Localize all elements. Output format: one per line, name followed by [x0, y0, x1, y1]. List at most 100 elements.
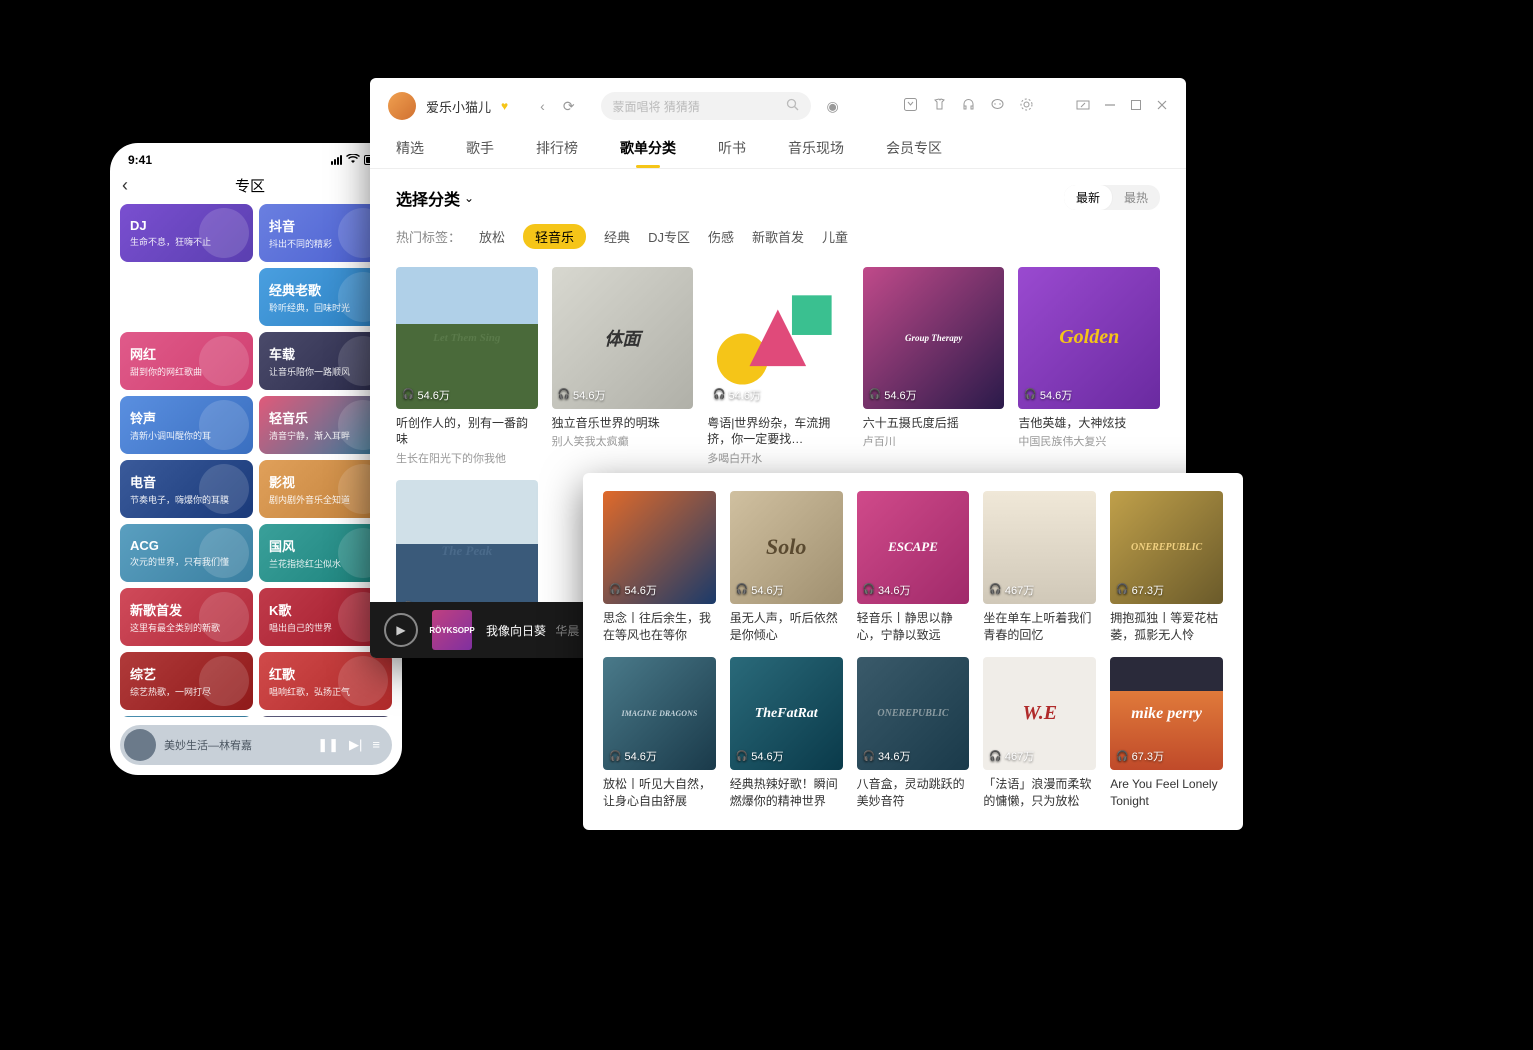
nav-back-icon[interactable]: ‹ — [536, 98, 549, 114]
play-count: 467万 — [989, 582, 1034, 598]
now-playing-artist: 华晨 — [555, 624, 579, 638]
playlist-card[interactable]: ONEREPUBLIC34.6万八音盒，灵动跳跃的美妙音符 — [857, 657, 970, 809]
tab-4[interactable]: 听书 — [718, 138, 746, 168]
phone-mini-player[interactable]: 美妙生活—林宥嘉 ❚❚ ▶| ≡ — [120, 725, 392, 765]
playlist-card[interactable]: IMAGINE DRAGONS54.6万放松丨听见大自然，让身心自由舒展 — [603, 657, 716, 809]
playlist-subtitle: 卢百川 — [863, 433, 1005, 449]
tab-0[interactable]: 精选 — [396, 138, 424, 168]
phone-title: 专区 — [128, 175, 372, 196]
play-count: 34.6万 — [863, 748, 911, 764]
category-card[interactable]: 铃声清新小调叫醒你的耳 — [120, 396, 253, 454]
search-placeholder: 蒙面唱将 猜猜猜 — [613, 98, 700, 115]
playlist-card[interactable]: Golden54.6万吉他英雄，大神炫技中国民族伟大复兴 — [1018, 267, 1160, 466]
playlist-cover: Group Therapy54.6万 — [863, 267, 1005, 409]
playlist-subtitle: 生长在阳光下的你我他 — [396, 450, 538, 466]
category-selector-label[interactable]: 选择分类 — [396, 186, 460, 210]
pause-icon[interactable]: ❚❚ — [317, 737, 339, 753]
sort-option[interactable]: 最新 — [1064, 185, 1112, 210]
playlist-title: 听创作人的，别有一番韵味 — [396, 415, 538, 449]
play-count: 54.6万 — [736, 748, 784, 764]
skin-icon[interactable] — [932, 97, 947, 115]
playlist-title: 粤语|世界纷杂，车流拥挤，你一定要找… — [707, 415, 849, 449]
playlist-card[interactable]: ONEREPUBLIC67.3万拥抱孤独丨等爱花枯萎，孤影无人怜 — [1110, 491, 1223, 643]
tab-5[interactable]: 音乐现场 — [788, 138, 844, 168]
next-icon[interactable]: ▶| — [349, 737, 362, 753]
playlist-cover: IMAGINE DRAGONS54.6万 — [603, 657, 716, 770]
tab-6[interactable]: 会员专区 — [886, 138, 942, 168]
floating-grid: 54.6万思念丨往后余生，我在等风也在等你Solo54.6万虽无人声，听后依然是… — [603, 491, 1223, 810]
category-card[interactable]: 网红甜到你的网红歌曲 — [120, 332, 253, 390]
playlist-card[interactable]: 467万坐在单车上听着我们青春的回忆 — [983, 491, 1096, 643]
tag[interactable]: 轻音乐 — [523, 224, 586, 249]
tag[interactable]: 放松 — [479, 227, 505, 246]
playlist-cover: 体面54.6万 — [552, 267, 694, 409]
playlist-subtitle: 别人笑我太疯癫 — [552, 433, 694, 449]
category-card[interactable]: DJ生命不息，狂嗨不止 — [120, 204, 253, 262]
tab-2[interactable]: 排行榜 — [536, 138, 578, 168]
close-icon[interactable] — [1156, 98, 1168, 114]
settings-icon[interactable] — [1019, 97, 1034, 115]
category-card[interactable]: 综艺综艺热歌，一网打尽 — [120, 652, 253, 710]
maximize-icon[interactable] — [1130, 98, 1142, 114]
message-icon[interactable] — [990, 97, 1005, 115]
minimize-icon[interactable] — [1104, 98, 1116, 114]
playlist-card[interactable]: ESCAPE34.6万轻音乐丨静思以静心，宁静以致远 — [857, 491, 970, 643]
play-count: 34.6万 — [863, 582, 911, 598]
play-count: 54.6万 — [736, 582, 784, 598]
playlist-title: 独立音乐世界的明珠 — [552, 415, 694, 432]
tag[interactable]: 新歌首发 — [752, 227, 804, 246]
user-avatar[interactable] — [388, 92, 416, 120]
category-grid: DJ生命不息，狂嗨不止抖音抖出不同的精彩经典老歌聆听经典，回味时光网红甜到你的网… — [110, 204, 402, 717]
now-playing-title: 美妙生活—林宥嘉 — [164, 737, 317, 753]
play-count: 54.6万 — [869, 387, 917, 403]
category-card[interactable]: 悬疑推理来听点"刺激"的吧 — [120, 716, 253, 717]
tag[interactable]: 儿童 — [822, 227, 848, 246]
chevron-down-icon[interactable]: ⌄ — [464, 191, 474, 205]
nav-refresh-icon[interactable]: ⟳ — [559, 98, 579, 115]
category-card[interactable]: Vlog音乐你的专属短视频配乐 — [259, 716, 392, 717]
playlist-title: 六十五摄氏度后摇 — [863, 415, 1005, 432]
category-card[interactable]: 电音节奏电子，嗨爆你的耳膜 — [120, 460, 253, 518]
category-card[interactable]: 新歌首发这里有最全类别的新歌 — [120, 588, 253, 646]
playlist-card[interactable]: 54.6万思念丨往后余生，我在等风也在等你 — [603, 491, 716, 643]
playlist-card[interactable]: Solo54.6万虽无人声，听后依然是你倾心 — [730, 491, 843, 643]
playlist-card[interactable]: Let Them Sing54.6万听创作人的，别有一番韵味生长在阳光下的你我他 — [396, 267, 538, 466]
tag-row: 热门标签：放松轻音乐经典DJ专区伤感新歌首发儿童 — [396, 224, 1160, 249]
category-card[interactable]: ACG次元的世界，只有我们懂 — [120, 524, 253, 582]
wifi-icon — [346, 153, 360, 167]
playlist-card[interactable]: W.E467万「法语」浪漫而柔软的慵懒，只为放松 — [983, 657, 1096, 809]
play-button[interactable]: ▶ — [384, 613, 418, 647]
tuner-icon[interactable]: ◉ — [827, 98, 839, 115]
playlist-cover: Solo54.6万 — [730, 491, 843, 604]
playlist-icon[interactable]: ≡ — [372, 737, 380, 753]
playlist-card[interactable]: mike perry67.3万Are You Feel Lonely Tonig… — [1110, 657, 1223, 809]
playlist-card[interactable]: The Peak54.6万 — [396, 480, 538, 602]
playlist-cover: W.E467万 — [983, 657, 1096, 770]
sort-option[interactable]: 最热 — [1112, 185, 1160, 210]
sort-toggle[interactable]: 最新最热 — [1064, 185, 1160, 210]
playlist-card[interactable]: Group Therapy54.6万六十五摄氏度后摇卢百川 — [863, 267, 1005, 466]
playlist-card[interactable]: TheFatRat54.6万经典热辣好歌！瞬间燃爆你的精神世界 — [730, 657, 843, 809]
playlist-title: 经典热辣好歌！瞬间燃爆你的精神世界 — [730, 776, 843, 810]
search-icon[interactable] — [786, 98, 799, 114]
category-card[interactable]: 红歌唱响红歌，弘扬正气 — [259, 652, 392, 710]
tag[interactable]: 伤感 — [708, 227, 734, 246]
playlist-card[interactable]: 54.6万粤语|世界纷杂，车流拥挤，你一定要找…多喝白开水 — [707, 267, 849, 466]
mini-mode-icon[interactable] — [1076, 98, 1090, 115]
play-count: 467万 — [989, 748, 1034, 764]
play-count: 54.6万 — [609, 748, 657, 764]
tab-1[interactable]: 歌手 — [466, 138, 494, 168]
phone-status-bar: 9:41 — [110, 143, 402, 169]
headphone-icon[interactable] — [961, 97, 976, 115]
now-playing-art[interactable]: RÖYKSOPP — [432, 610, 472, 650]
tab-3[interactable]: 歌单分类 — [620, 138, 676, 168]
playlist-title: 虽无人声，听后依然是你倾心 — [730, 610, 843, 644]
play-count: 54.6万 — [402, 387, 450, 403]
playlist-card[interactable]: 体面54.6万独立音乐世界的明珠别人笑我太疯癫 — [552, 267, 694, 466]
tag[interactable]: 经典 — [604, 227, 630, 246]
search-input[interactable]: 蒙面唱将 猜猜猜 — [601, 92, 811, 120]
theme-icon[interactable] — [903, 97, 918, 115]
playlist-cover: TheFatRat54.6万 — [730, 657, 843, 770]
tag[interactable]: DJ专区 — [648, 227, 690, 246]
username[interactable]: 爱乐小猫儿 — [426, 97, 491, 116]
